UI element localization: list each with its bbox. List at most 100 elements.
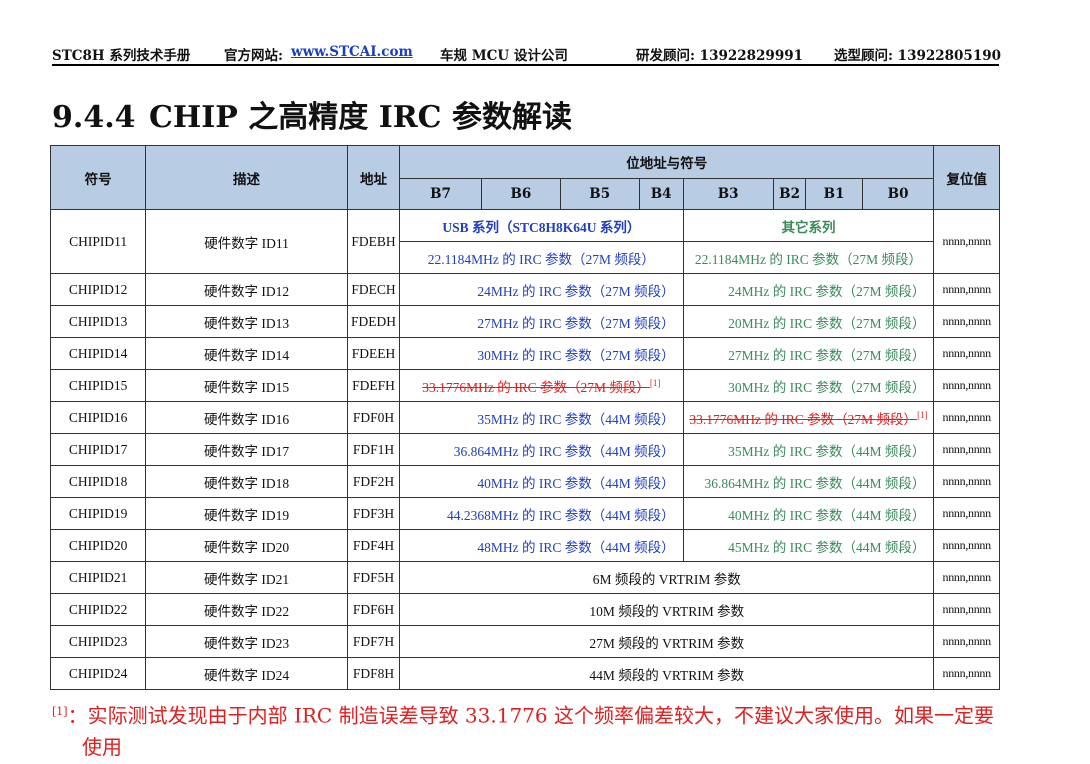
- vrtrim-param-cell: 10M 频段的 VRTRIM 参数: [399, 593, 935, 626]
- page-header: STC8H 系列技术手册 官方网站: www.STCAI.com 车规 MCU …: [52, 44, 1002, 66]
- selection-consultant: 选型顾问: 13922805190: [834, 48, 1002, 64]
- symbol-cell: CHIPID15: [49, 369, 147, 402]
- reset-cell: nnnn,nnnn: [933, 433, 1000, 466]
- reset-cell: nnnn,nnnn: [933, 369, 1000, 402]
- addr-cell: FDEFH: [346, 369, 401, 402]
- section-number: 9.4.4: [52, 100, 136, 135]
- table-row: CHIPID18 硬件数字 ID18 FDF2H 40MHz 的 IRC 参数（44M…: [49, 465, 1000, 498]
- section-title: 9.4.4 CHIP 之高精度 IRC 参数解读: [52, 92, 572, 136]
- other-series-label: 其它系列: [682, 209, 935, 242]
- footnote-ref: [1]: [917, 410, 928, 420]
- usb-param-cell: 30MHz 的 IRC 参数（27M 频段）: [399, 337, 684, 370]
- vrtrim-param-cell: 6M 频段的 VRTRIM 参数: [399, 561, 935, 594]
- vrtrim-param-cell: 27M 频段的 VRTRIM 参数: [399, 625, 935, 658]
- usb-param-cell: 40MHz 的 IRC 参数（44M 频段）: [399, 465, 684, 498]
- symbol-cell: CHIPID18: [49, 465, 147, 498]
- company-name: 车规 MCU 设计公司: [440, 48, 568, 64]
- site-link[interactable]: www.STCAI.com: [291, 44, 413, 60]
- desc-cell: 硬件数字 ID18: [145, 465, 348, 498]
- usb-param-text: 48MHz 的 IRC 参数（44M 频段）: [477, 539, 675, 555]
- symbol-cell: CHIPID22: [49, 593, 147, 626]
- desc-cell: 硬件数字 ID17: [145, 433, 348, 466]
- other-param-cell: 36.864MHz 的 IRC 参数（44M 频段）: [682, 465, 935, 498]
- desc-cell: 硬件数字 ID22: [145, 593, 348, 626]
- reset-cell: nnnn,nnnn: [933, 401, 1000, 434]
- other-param-text: 33.1776MHz 的 IRC 参数（27M 频段）: [689, 411, 918, 427]
- addr-cell: FDF4H: [346, 529, 401, 562]
- desc-cell: 硬件数字 ID13: [145, 305, 348, 338]
- symbol-cell: CHIPID24: [49, 657, 147, 690]
- other-param-cell: 27MHz 的 IRC 参数（27M 频段）: [682, 337, 935, 370]
- footnote-line2: 使用: [82, 734, 122, 759]
- addr-cell: FDF1H: [346, 433, 401, 466]
- vrtrim-param-cell: 44M 频段的 VRTRIM 参数: [399, 657, 935, 690]
- symbol-cell: CHIPID14: [49, 337, 147, 370]
- other-param-cell: 35MHz 的 IRC 参数（44M 频段）: [682, 433, 935, 466]
- addr-cell: FDF5H: [346, 561, 401, 594]
- usb-param-cell: 44.2368MHz 的 IRC 参数（44M 频段）: [399, 497, 684, 530]
- bit-header: B2: [772, 178, 807, 210]
- usb-param-text: 35MHz 的 IRC 参数（44M 频段）: [477, 411, 675, 427]
- bit-header: B5: [559, 178, 640, 210]
- bit-header: B3: [682, 178, 774, 210]
- section-title-text: CHIP 之高精度 IRC 参数解读: [149, 100, 572, 135]
- manual-name: STC8H 系列技术手册: [52, 48, 191, 64]
- rd-consultant: 研发顾问: 13922829991: [636, 48, 804, 64]
- addr-cell: FDEDH: [346, 305, 401, 338]
- usb-param-cell: 27MHz 的 IRC 参数（27M 频段）: [399, 305, 684, 338]
- table-row: CHIPID15 硬件数字 ID15 FDEFH 33.1776MHz 的 IRC 参…: [49, 369, 1000, 402]
- table-row: CHIPID22 硬件数字 ID22 FDF6H 10M 频段的 VRTRIM 参数 n…: [49, 593, 1000, 626]
- addr-cell: FDEEH: [346, 337, 401, 370]
- other-param-cell: 40MHz 的 IRC 参数（44M 频段）: [682, 497, 935, 530]
- footnote-ref: [1]: [649, 378, 661, 388]
- site-label: 官方网站:: [224, 48, 283, 64]
- addr-cell: FDF0H: [346, 401, 401, 434]
- other-param-cell: 22.1184MHz 的 IRC 参数（27M 频段）: [682, 241, 935, 274]
- table-row: CHIPID23 硬件数字 ID23 FDF7H 27M 频段的 VRTRIM 参数 n…: [49, 625, 1000, 658]
- bit-header: B1: [805, 178, 863, 210]
- desc-cell: 硬件数字 ID20: [145, 529, 348, 562]
- table-row: CHIPID16 硬件数字 ID16 FDF0H 35MHz 的 IRC 参数（44M…: [49, 401, 1000, 434]
- usb-param-text: 36.864MHz 的 IRC 参数（44M 频段）: [453, 443, 675, 459]
- other-param-cell: 30MHz 的 IRC 参数（27M 频段）: [682, 369, 935, 402]
- usb-param-text: 44.2368MHz 的 IRC 参数（44M 频段）: [446, 507, 675, 523]
- desc-cell: 硬件数字 ID19: [145, 497, 348, 530]
- other-param-cell: 33.1776MHz 的 IRC 参数（27M 频段）[1]: [682, 401, 935, 434]
- reset-cell: nnnn,nnnn: [933, 497, 1000, 530]
- symbol-cell: CHIPID23: [49, 625, 147, 658]
- addr-cell: FDEBH: [346, 209, 401, 274]
- other-param-text: 40MHz 的 IRC 参数（44M 频段）: [728, 507, 926, 523]
- usb-param-cell: 35MHz 的 IRC 参数（44M 频段）: [399, 401, 684, 434]
- bit-header: B6: [480, 178, 561, 210]
- addr-cell: FDF6H: [346, 593, 401, 626]
- addr-cell: FDF8H: [346, 657, 401, 690]
- usb-series-label: USB 系列（STC8H8K64U 系列）: [399, 209, 684, 242]
- desc-cell: 硬件数字 ID21: [145, 561, 348, 594]
- reset-cell: nnnn,nnnn: [933, 625, 1000, 658]
- other-param-text: 45MHz 的 IRC 参数（44M 频段）: [728, 539, 926, 555]
- reset-cell: nnnn,nnnn: [933, 465, 1000, 498]
- addr-cell: FDF3H: [346, 497, 401, 530]
- symbol-cell: CHIPID19: [49, 497, 147, 530]
- reset-cell: nnnn,nnnn: [933, 593, 1000, 626]
- table-row: CHIPID11 硬件数字 ID11 FDEBH USB 系列（STC8H8K64U …: [49, 209, 1000, 274]
- symbol-cell: CHIPID12: [49, 273, 147, 306]
- reset-cell: nnnn,nnnn: [933, 657, 1000, 690]
- footnote: [1]：实际测试发现由于内部 IRC 制造误差导致 33.1776 这个频率偏差…: [52, 696, 1002, 763]
- table-row: CHIPID24 硬件数字 ID24 FDF8H 44M 频段的 VRTRIM 参数 n…: [49, 657, 1000, 690]
- desc-cell: 硬件数字 ID15: [145, 369, 348, 402]
- usb-param-cell: 22.1184MHz 的 IRC 参数（27M 频段）: [399, 241, 684, 274]
- addr-cell: FDF2H: [346, 465, 401, 498]
- reset-cell: nnnn,nnnn: [933, 209, 1000, 274]
- symbol-cell: CHIPID11: [49, 209, 147, 274]
- usb-param-text: 40MHz 的 IRC 参数（44M 频段）: [477, 475, 675, 491]
- addr-cell: FDF7H: [346, 625, 401, 658]
- bit-header: B0: [861, 178, 935, 210]
- table-row: CHIPID13 硬件数字 ID13 FDEDH 27MHz 的 IRC 参数（27M…: [49, 305, 1000, 338]
- addr-cell: FDECH: [346, 273, 401, 306]
- other-param-cell: 20MHz 的 IRC 参数（27M 频段）: [682, 305, 935, 338]
- bit-header: B7: [399, 178, 482, 210]
- reset-cell: nnnn,nnnn: [933, 337, 1000, 370]
- table-row: CHIPID19 硬件数字 ID19 FDF3H 44.2368MHz 的 IRC 参…: [49, 497, 1000, 530]
- table-row: CHIPID14 硬件数字 ID14 FDEEH 30MHz 的 IRC 参数（27M…: [49, 337, 1000, 370]
